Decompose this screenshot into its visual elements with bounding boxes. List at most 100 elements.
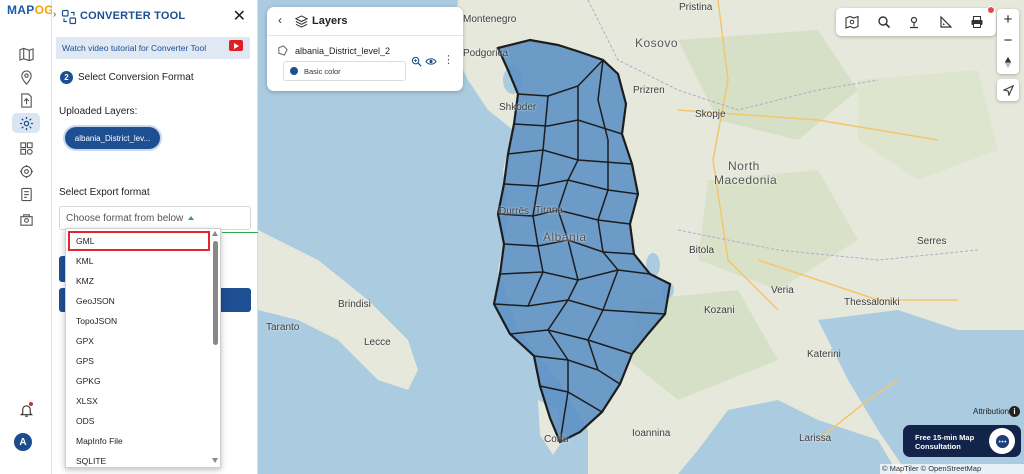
map-label-ioannina: Ioannina bbox=[632, 428, 671, 439]
layers-stack-icon bbox=[295, 15, 308, 28]
uploaded-layer-chip[interactable]: albania_District_lev... bbox=[65, 127, 160, 149]
consult-line2: Consultation bbox=[915, 442, 961, 451]
avatar[interactable]: A bbox=[14, 433, 32, 451]
step-number-badge: 2 bbox=[60, 71, 73, 84]
map-label-lecce: Lecce bbox=[364, 337, 391, 348]
notification-badge bbox=[987, 6, 995, 14]
analysis-icon[interactable] bbox=[12, 161, 40, 181]
location-pin-icon[interactable] bbox=[12, 67, 40, 87]
panel-header: › CONVERTER TOOL ✕ bbox=[52, 0, 258, 34]
map-label-bitola: Bitola bbox=[689, 245, 715, 256]
map-label-montenegro: Montenegro bbox=[463, 14, 517, 25]
select-focus-underline bbox=[222, 232, 258, 233]
map-label-macedonia: Macedonia bbox=[714, 173, 778, 187]
eye-icon[interactable] bbox=[425, 56, 437, 67]
zoom-controls: + − bbox=[997, 9, 1019, 74]
mapog-logo[interactable]: MAPOG bbox=[7, 3, 54, 17]
close-icon[interactable]: ✕ bbox=[233, 6, 246, 26]
format-option-topojson[interactable]: TopoJSON bbox=[66, 311, 212, 331]
notification-bell-icon[interactable] bbox=[12, 400, 40, 420]
search-icon[interactable] bbox=[877, 15, 891, 29]
map-label-kozani: Kozani bbox=[704, 305, 735, 316]
consultation-button[interactable]: Free 15-min Map Consultation bbox=[903, 425, 1021, 457]
map-label-skopje: Skopje bbox=[695, 109, 726, 120]
map-label-albania: Albania bbox=[543, 230, 587, 244]
report-icon[interactable] bbox=[12, 184, 40, 204]
zoom-out-button[interactable]: − bbox=[997, 30, 1019, 51]
zoom-to-layer-icon[interactable] bbox=[411, 56, 422, 67]
map-label-prizren: Prizren bbox=[633, 85, 665, 96]
map-label-larissa: Larissa bbox=[799, 433, 832, 444]
gear-icon[interactable] bbox=[12, 113, 40, 133]
scroll-up-arrow-icon[interactable] bbox=[212, 231, 218, 236]
tutorial-banner[interactable]: Watch video tutorial for Converter Tool bbox=[56, 37, 250, 59]
format-option-mapinfo[interactable]: MapInfo File bbox=[66, 431, 212, 451]
format-option-gml[interactable]: GML bbox=[68, 231, 210, 251]
format-option-gpx[interactable]: GPX bbox=[66, 331, 212, 351]
converter-icon bbox=[61, 9, 77, 25]
notification-dot bbox=[29, 402, 33, 406]
map-label-north: North bbox=[728, 159, 760, 173]
zoom-in-button[interactable]: + bbox=[997, 9, 1019, 30]
chevron-right-icon[interactable]: › bbox=[53, 9, 56, 20]
more-options-icon[interactable]: ⋮ bbox=[443, 53, 454, 66]
caret-up-icon bbox=[188, 216, 195, 220]
locate-me-button[interactable] bbox=[997, 79, 1019, 101]
layer-name[interactable]: albania_District_level_2 bbox=[295, 46, 390, 56]
user-location-icon[interactable] bbox=[907, 15, 921, 29]
map-label-thessaloniki: Thessaloniki bbox=[844, 297, 900, 308]
format-option-xlsx[interactable]: XLSX bbox=[66, 391, 212, 411]
navigation-arrow-icon bbox=[1002, 84, 1014, 96]
dropdown-scrollbar[interactable] bbox=[213, 241, 218, 345]
style-color-swatch bbox=[290, 67, 298, 75]
measure-icon[interactable] bbox=[939, 15, 953, 29]
consult-line1: Free 15-min Map bbox=[915, 433, 975, 442]
format-option-ods[interactable]: ODS bbox=[66, 411, 212, 431]
step-label: Select Conversion Format bbox=[78, 72, 194, 83]
map-label-kosovo: Kosovo bbox=[635, 36, 679, 50]
chevron-left-icon[interactable]: ‹ bbox=[278, 13, 282, 27]
format-option-kml[interactable]: KML bbox=[66, 251, 212, 271]
icon-rail: MAPOG A bbox=[0, 0, 54, 474]
format-option-geojson[interactable]: GeoJSON bbox=[66, 291, 212, 311]
layer-style-selector[interactable]: Basic color bbox=[283, 61, 406, 81]
chat-icon[interactable] bbox=[989, 428, 1015, 454]
panel-title: CONVERTER TOOL bbox=[80, 10, 186, 22]
format-option-kmz[interactable]: KMZ bbox=[66, 271, 212, 291]
scroll-down-arrow-icon[interactable] bbox=[212, 458, 218, 463]
map-label-shkoder: Shkoder bbox=[499, 102, 537, 113]
attribution-label[interactable]: Attribution bbox=[973, 407, 1009, 416]
export-format-select[interactable]: Choose format from below bbox=[59, 206, 251, 230]
select-placeholder: Choose format from below bbox=[66, 212, 184, 224]
map-label-pristina: Pristina bbox=[679, 2, 713, 13]
shared-icon[interactable] bbox=[12, 209, 40, 229]
layers-header: ‹ Layers bbox=[267, 7, 463, 36]
upload-icon[interactable] bbox=[12, 90, 40, 110]
print-icon[interactable] bbox=[970, 15, 984, 29]
polygon-layer-icon bbox=[278, 45, 288, 56]
map-label-podgorica: Podgorica bbox=[463, 48, 509, 59]
map-label-taranto: Taranto bbox=[266, 322, 300, 333]
step-indicator: 2 Select Conversion Format bbox=[60, 71, 194, 84]
map-toolbar bbox=[836, 8, 996, 36]
export-format-label: Select Export format bbox=[59, 187, 150, 198]
data-icon[interactable] bbox=[12, 138, 40, 158]
tutorial-text[interactable]: Watch video tutorial for Converter Tool bbox=[62, 43, 206, 53]
map-icon[interactable] bbox=[12, 44, 40, 64]
map-label-corfu: Corfu bbox=[544, 434, 569, 445]
layers-panel: ‹ Layers albania_District_level_2 ⋮ Basi… bbox=[267, 7, 463, 91]
format-option-gps[interactable]: GPS bbox=[66, 351, 212, 371]
basemap-icon[interactable] bbox=[845, 15, 859, 29]
map-label-durres: Durrës bbox=[499, 206, 530, 217]
info-icon[interactable]: i bbox=[1009, 406, 1020, 417]
format-option-gpkg[interactable]: GPKG bbox=[66, 371, 212, 391]
compass-icon[interactable] bbox=[997, 52, 1019, 73]
map-credit: © MapTiler © OpenStreetMap contributors bbox=[880, 464, 1024, 474]
format-dropdown-list[interactable]: GML KML KMZ GeoJSON TopoJSON GPX GPS GPK… bbox=[65, 228, 221, 468]
youtube-icon[interactable] bbox=[229, 40, 243, 51]
format-option-sqlite[interactable]: SQLITE bbox=[66, 451, 212, 467]
map-label-tirana: Tirana bbox=[535, 205, 563, 216]
map-label-veria: Veria bbox=[771, 285, 794, 296]
uploaded-layers-label: Uploaded Layers: bbox=[59, 106, 138, 117]
style-label: Basic color bbox=[304, 66, 341, 76]
